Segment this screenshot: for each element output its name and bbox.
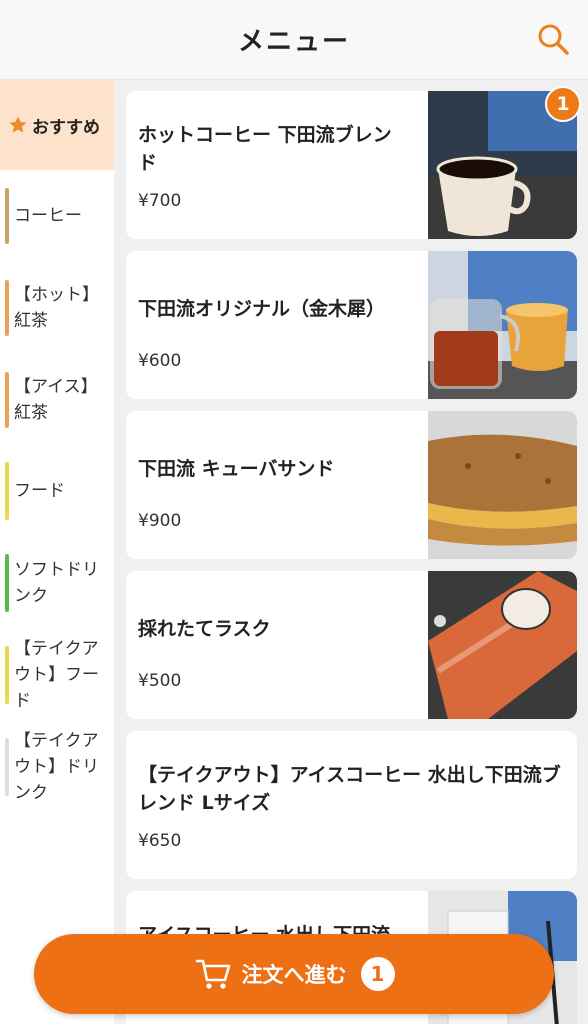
sandwich-image bbox=[428, 411, 577, 559]
app-header: メニュー bbox=[0, 0, 588, 80]
category-color-bar bbox=[5, 554, 9, 612]
tea-pot-image bbox=[428, 251, 577, 399]
proceed-to-order-button[interactable]: 注文へ進む 1 bbox=[34, 934, 554, 1014]
menu-item-name: ホットコーヒー 下田流ブレンド bbox=[138, 124, 392, 174]
category-color-bar bbox=[5, 280, 9, 336]
order-button-label: 注文へ進む bbox=[241, 963, 347, 987]
sidebar-item-takeout-drink[interactable]: 【テイクアウト】ドリンク bbox=[0, 726, 114, 808]
sidebar-item-takeout-food[interactable]: 【テイクアウト】フード bbox=[0, 634, 114, 716]
category-sidebar: おすすめ コーヒー 【ホット】紅茶 【アイス】紅茶 フード ソフトドリンク 【テ… bbox=[0, 80, 114, 1024]
menu-item-card[interactable]: 【テイクアウト】アイスコーヒー 水出し下田流ブレンド Lサイズ ¥650 bbox=[126, 731, 577, 879]
category-color-bar bbox=[5, 738, 9, 796]
sidebar-item-soft-drink[interactable]: ソフトドリンク bbox=[0, 554, 114, 612]
rusk-bag-image bbox=[428, 571, 577, 719]
menu-item-card[interactable]: 下田流 キューバサンド ¥900 bbox=[126, 411, 577, 559]
menu-item-name: 下田流オリジナル（金木犀） bbox=[138, 298, 386, 320]
sidebar-item-recommend[interactable]: おすすめ bbox=[0, 80, 114, 170]
sidebar-item-label: ソフトドリンク bbox=[14, 560, 99, 606]
sidebar-item-label: フード bbox=[14, 481, 65, 501]
menu-item-name: 採れたてラスク bbox=[138, 618, 271, 640]
menu-item-price: ¥650 bbox=[138, 831, 182, 851]
cart-count-badge: 1 bbox=[545, 86, 581, 122]
search-icon[interactable] bbox=[536, 22, 570, 56]
sidebar-item-coffee[interactable]: コーヒー bbox=[0, 188, 114, 244]
menu-item-card[interactable]: 下田流オリジナル（金木犀） ¥600 bbox=[126, 251, 577, 399]
menu-list: ホットコーヒー 下田流ブレンド ¥700 下田流オリジナル（金木犀） ¥600 … bbox=[114, 80, 588, 1024]
menu-item-price: ¥900 bbox=[138, 511, 182, 531]
menu-item-name: 下田流 キューバサンド bbox=[138, 458, 335, 480]
sidebar-item-food[interactable]: フード bbox=[0, 462, 114, 520]
cart-icon bbox=[195, 959, 230, 989]
sidebar-item-label: 【テイクアウト】ドリンク bbox=[14, 731, 99, 803]
menu-item-price: ¥600 bbox=[138, 351, 182, 371]
sidebar-item-label: 【ホット】紅茶 bbox=[14, 285, 99, 331]
menu-item-card[interactable]: 採れたてラスク ¥500 bbox=[126, 571, 577, 719]
sidebar-item-label: コーヒー bbox=[14, 206, 82, 226]
category-color-bar bbox=[5, 462, 9, 520]
menu-item-price: ¥700 bbox=[138, 191, 182, 211]
sidebar-item-iced-tea[interactable]: 【アイス】紅茶 bbox=[0, 372, 114, 428]
category-color-bar bbox=[5, 188, 9, 244]
menu-item-price: ¥500 bbox=[138, 671, 182, 691]
sidebar-item-label: 【アイス】紅茶 bbox=[14, 377, 98, 423]
page-title: メニュー bbox=[237, 27, 350, 57]
menu-item-name: 【テイクアウト】アイスコーヒー 水出し下田流ブレンド Lサイズ bbox=[138, 764, 561, 814]
sidebar-item-label: 【テイクアウト】フード bbox=[14, 639, 99, 711]
sidebar-item-hot-tea[interactable]: 【ホット】紅茶 bbox=[0, 280, 114, 336]
order-count-badge: 1 bbox=[360, 957, 395, 991]
category-color-bar bbox=[5, 646, 9, 704]
star-icon bbox=[9, 116, 27, 133]
sidebar-item-label: おすすめ bbox=[32, 117, 100, 138]
category-color-bar bbox=[5, 372, 9, 428]
menu-item-card[interactable]: ホットコーヒー 下田流ブレンド ¥700 bbox=[126, 91, 577, 239]
